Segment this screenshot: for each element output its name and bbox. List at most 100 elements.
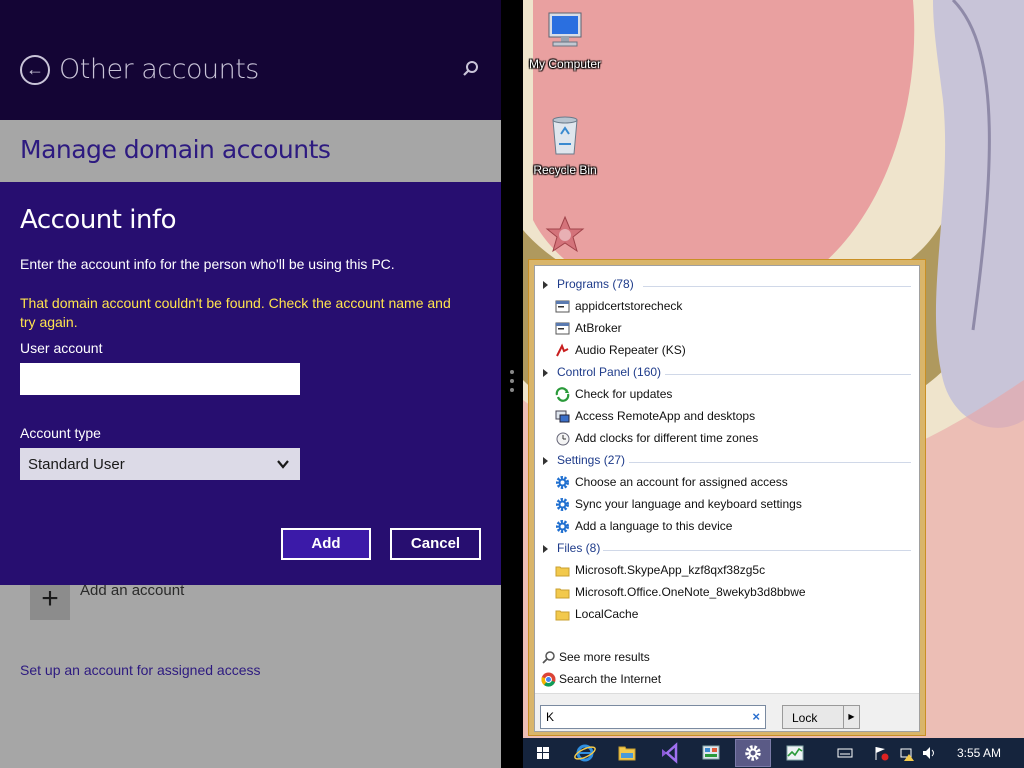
group-header-control-panel[interactable]: Control Panel (160) [543, 365, 911, 383]
dialog-description: Enter the account info for the person wh… [20, 256, 395, 272]
result-item[interactable]: Add a language to this device [555, 517, 915, 537]
clear-search-icon[interactable]: × [752, 709, 760, 724]
result-item[interactable]: AtBroker [555, 319, 915, 339]
audio-repeater-icon [556, 343, 569, 357]
error-message: That domain account couldn't be found. C… [20, 295, 451, 330]
search-icon[interactable] [462, 60, 480, 78]
account-info-dialog: Account info Enter the account info for … [0, 182, 501, 585]
expand-triangle-icon [543, 369, 548, 377]
group-divider [629, 462, 911, 463]
windows-logo-icon [537, 747, 549, 759]
account-type-select[interactable]: Standard User [20, 448, 300, 480]
clock-icon [556, 432, 570, 446]
expand-triangle-icon [543, 457, 548, 465]
result-item[interactable]: Audio Repeater (KS) [555, 341, 915, 361]
search-results-panel: Programs (78) appidcertstorecheck AtBrok… [534, 265, 920, 732]
search-icon [542, 651, 555, 664]
desktop-icon-label: My Computer [528, 57, 602, 71]
dialog-title: Account info [20, 205, 177, 235]
group-label: Programs (78) [557, 277, 634, 291]
result-item[interactable]: LocalCache [555, 605, 915, 625]
folder-icon [555, 588, 570, 599]
plus-icon[interactable]: + [30, 580, 70, 620]
assigned-access-link[interactable]: Set up an account for assigned access [20, 662, 260, 678]
network-warning-icon[interactable] [899, 745, 915, 761]
remote-app-icon [555, 410, 570, 423]
file-explorer-button[interactable] [609, 739, 645, 767]
expand-triangle-icon [543, 545, 548, 553]
desktop-icon-my-computer[interactable]: My Computer [523, 10, 607, 71]
group-divider [665, 374, 911, 375]
group-header-programs[interactable]: Programs (78) [543, 277, 911, 295]
expand-triangle-icon [543, 281, 548, 289]
action-center-flag-icon[interactable] [873, 745, 889, 761]
app-shortcut-icon [545, 215, 585, 253]
recycle-bin-icon [552, 116, 578, 155]
settings-gear-icon [556, 520, 569, 533]
console-app-icon [555, 322, 570, 335]
search-query: K [546, 710, 555, 724]
result-item[interactable]: Choose an account for assigned access [555, 473, 915, 493]
desktop-icon-shortcut[interactable] [523, 215, 607, 264]
search-input[interactable]: K × [540, 705, 766, 729]
pc-settings-pane: ← Other accounts Manage domain accounts … [0, 0, 501, 768]
folder-icon [555, 566, 570, 577]
settings-header: ← Other accounts [0, 0, 501, 120]
result-item[interactable]: appidcertstorecheck [555, 297, 915, 317]
task-manager-icon [786, 745, 804, 761]
search-bar-area: K × Lock ▶ [535, 693, 919, 731]
group-header-settings[interactable]: Settings (27) [543, 453, 911, 471]
grip-handle-icon[interactable] [510, 370, 514, 398]
group-label: Files (8) [557, 541, 601, 555]
internet-explorer-icon [574, 744, 596, 762]
cancel-button[interactable]: Cancel [390, 528, 481, 560]
add-button[interactable]: Add [281, 528, 371, 560]
start-search-popup: Programs (78) appidcertstorecheck AtBrok… [528, 259, 926, 736]
internet-explorer-button[interactable] [567, 739, 603, 767]
page-title: Other accounts [59, 54, 259, 85]
result-item[interactable]: Access RemoteApp and desktops [555, 407, 915, 427]
result-item[interactable]: Check for updates [555, 385, 915, 405]
power-lock-button[interactable]: Lock ▶ [782, 705, 860, 729]
settings-gear-icon [556, 476, 569, 489]
folder-icon [618, 746, 636, 761]
taskbar-clock[interactable]: 3:55 AM [957, 746, 1001, 760]
desktop-icon-label: Recycle Bin [533, 163, 597, 177]
taskbar: 3:55 AM [523, 738, 1024, 768]
account-type-value: Standard User [28, 456, 125, 473]
desktop-icon-recycle-bin[interactable]: Recycle Bin [523, 112, 607, 177]
back-button[interactable]: ← [20, 55, 50, 85]
user-account-label: User account [20, 340, 103, 356]
power-options-arrow-icon[interactable]: ▶ [843, 706, 859, 728]
settings-gear-icon [556, 498, 569, 511]
account-type-label: Account type [20, 425, 101, 441]
settings-button[interactable] [735, 739, 771, 767]
group-label: Control Panel (160) [557, 365, 662, 379]
back-arrow-icon: ← [26, 59, 44, 79]
group-divider [603, 550, 911, 551]
task-manager-button[interactable] [777, 739, 813, 767]
chevron-down-icon [277, 460, 289, 469]
volume-icon[interactable] [921, 745, 937, 761]
visual-studio-icon [662, 742, 678, 764]
group-label: Settings (27) [557, 453, 626, 467]
section-title: Manage domain accounts [20, 135, 331, 164]
control-panel-button[interactable] [693, 739, 729, 767]
start-button[interactable] [525, 739, 561, 767]
computer-icon [548, 12, 582, 47]
control-panel-icon [702, 745, 720, 760]
result-item[interactable]: Sync your language and keyboard settings [555, 495, 915, 515]
keyboard-icon[interactable] [837, 745, 853, 761]
result-item[interactable]: Add clocks for different time zones [555, 429, 915, 449]
windows-update-icon [555, 387, 570, 402]
group-header-files[interactable]: Files (8) [543, 541, 911, 559]
result-item[interactable]: Microsoft.SkypeApp_kzf8qxf38zg5c [555, 561, 915, 581]
settings-gear-icon [745, 745, 761, 761]
result-item[interactable]: Microsoft.Office.OneNote_8wekyb3d8bbwe [555, 583, 915, 603]
group-divider [643, 286, 911, 287]
split-divider[interactable] [501, 0, 523, 768]
user-account-input[interactable] [20, 363, 300, 395]
visual-studio-button[interactable] [651, 739, 687, 767]
folder-icon [555, 610, 570, 621]
chrome-icon [541, 672, 556, 687]
